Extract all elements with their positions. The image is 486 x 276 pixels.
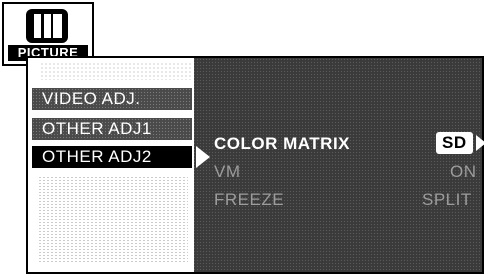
- setting-value-selected[interactable]: SD: [436, 132, 473, 154]
- setting-value: SPLIT: [422, 190, 472, 209]
- menu-item-other-adj2[interactable]: OTHER ADJ2: [32, 146, 192, 168]
- setting-name: VM: [214, 162, 241, 181]
- icon-bar: [34, 14, 41, 38]
- menu-item-video-adj[interactable]: VIDEO ADJ.: [32, 88, 192, 110]
- value-next-arrow-icon[interactable]: [476, 135, 486, 151]
- picture-bars-icon: [26, 9, 68, 43]
- menu-empty-area: [38, 176, 188, 262]
- selection-pointer-icon: [196, 146, 210, 168]
- submenu-list: VIDEO ADJ. OTHER ADJ1 OTHER ADJ2: [28, 58, 194, 272]
- icon-bar: [44, 14, 51, 38]
- setting-value: ON: [450, 162, 477, 181]
- icon-bar: [53, 14, 62, 38]
- setting-name: COLOR MATRIX: [214, 134, 351, 153]
- menu-decoration: [40, 62, 192, 80]
- osd-menu-panel: VIDEO ADJ. OTHER ADJ1 OTHER ADJ2 COLOR M…: [26, 56, 486, 274]
- menu-item-other-adj1[interactable]: OTHER ADJ1: [32, 118, 192, 140]
- setting-name: FREEZE: [214, 190, 285, 209]
